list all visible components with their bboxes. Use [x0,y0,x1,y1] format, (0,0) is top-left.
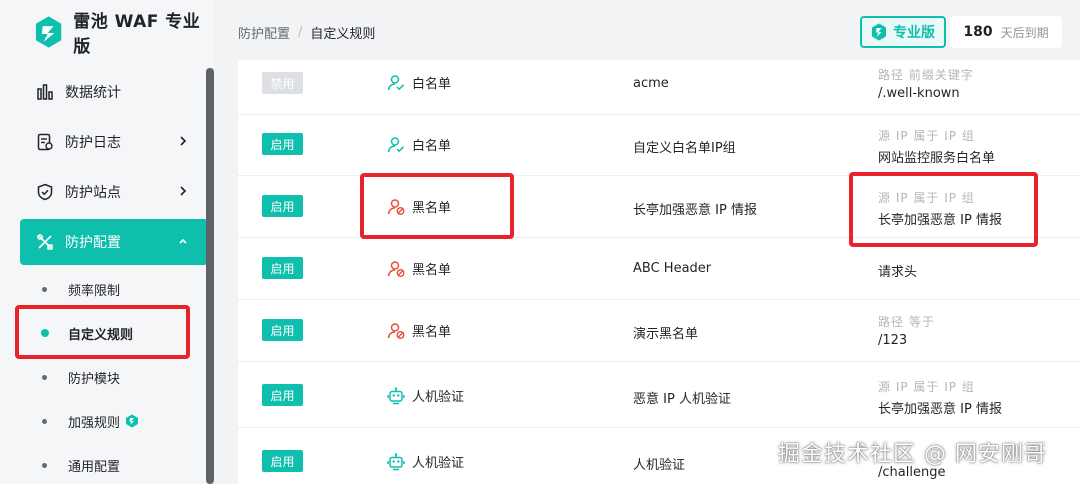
annotation-box-ip-group-condition [849,172,1038,247]
bullet-dot [42,374,47,380]
pro-edition-badge[interactable]: 专业版 [860,16,946,48]
sidebar-item-logs[interactable]: 防护日志 [20,119,208,165]
pro-badge-label: 专业版 [893,25,935,41]
rule-condition: 源 IP 属于 IP 组 长亭加强恶意 IP 情报 [878,378,1002,417]
status-tag[interactable]: 启用 [262,384,303,406]
chevron-up-icon [179,238,187,244]
subitem-label: 频率限制 [68,283,121,299]
condition-value: 请求头 [878,265,918,280]
status-tag[interactable]: 启用 [262,257,303,279]
subitem-label: 通用配置 [68,459,121,475]
expiry-label: 天后到期 [1000,25,1049,40]
rule-type-label: 黑名单 [412,325,452,340]
tools-icon [37,234,53,250]
condition-value: 长亭加强恶意 IP 情报 [878,402,1002,417]
rule-type-label: 白名单 [412,77,452,92]
condition-label: 路径 前缀关键字 [878,68,974,82]
sidebar-subitem-rate-limit[interactable]: 频率限制 [20,271,208,307]
condition-label: 源 IP 属于 IP 组 [878,129,975,143]
rule-name[interactable]: 长亭加强恶意 IP 情报 [633,199,757,218]
sidebar-subitem-general-config[interactable]: 通用配置 [20,447,208,483]
sidebar-item-protection-config[interactable]: 防护配置 [20,219,208,265]
table-row[interactable]: 启用 黑名单 演示黑名单 路径 等于 /123 [238,300,1080,362]
expiry-days: 180 [963,24,993,40]
table-row[interactable]: 启用 黑名单 ABC Header 请求头 [238,238,1080,300]
rule-type: 白名单 [387,135,451,154]
subitem-label: 加强规则 [68,415,121,431]
condition-label: 源 IP 属于 IP 组 [878,380,975,394]
brand[interactable]: 雷池 WAF 专业版 [34,12,214,57]
chevron-right-icon [180,136,187,146]
rule-name[interactable]: 人机验证 [633,454,685,473]
sidebar-subitem-enhanced-rules[interactable]: 加强规则 [20,403,208,439]
status-tag[interactable]: 启用 [262,319,303,341]
rule-type-label: 人机验证 [412,390,465,405]
whitelist-user-icon [387,136,405,152]
rules-table: 禁用 白名单 acme 路径 前缀关键字 /.well-known 启用 白名单… [238,60,1080,484]
bullet-dot [42,286,47,292]
shield-icon [37,183,53,201]
status-tag[interactable]: 启用 [262,195,303,217]
app-title: 雷池 WAF 专业版 [73,12,201,57]
pro-feature-icon [126,414,139,428]
blacklist-user-icon [387,322,405,339]
rule-name[interactable]: 演示黑名单 [633,323,698,342]
breadcrumb-parent[interactable]: 防护配置 [238,23,290,42]
bar-chart-icon [37,84,53,100]
chevron-right-icon [180,186,187,196]
bullet-dot [42,418,47,424]
rule-type: 人机验证 [387,452,464,471]
pro-logo-icon [872,23,886,41]
status-tag[interactable]: 启用 [262,133,303,155]
table-row[interactable]: 启用 人机验证 恶意 IP 人机验证 源 IP 属于 IP 组 长亭加强恶意 I… [238,362,1080,428]
sidebar-item-sites[interactable]: 防护站点 [20,169,208,215]
breadcrumb: 防护配置 / 自定义规则 [238,22,375,42]
watermark-text: 掘金技术社区 @ 网安刚哥 [778,442,1047,467]
subitem-label: 防护模块 [68,371,121,387]
robot-icon [387,452,405,470]
rule-name[interactable]: 自定义白名单IP组 [633,137,736,156]
breadcrumb-separator: / [298,24,303,40]
sidebar-item-label: 防护站点 [65,185,121,201]
rule-name[interactable]: ABC Header [633,261,711,276]
sidebar-item-label: 防护日志 [65,135,121,151]
rule-condition: 源 IP 属于 IP 组 网站监控服务白名单 [878,127,995,166]
rule-type: 黑名单 [387,321,451,340]
condition-value: 网站监控服务白名单 [878,151,996,166]
sidebar-subitem-protection-modules[interactable]: 防护模块 [20,359,208,395]
rule-type-label: 黑名单 [412,263,452,278]
rule-type-label: 白名单 [412,139,452,154]
table-row[interactable]: 启用 白名单 自定义白名单IP组 源 IP 属于 IP 组 网站监控服务白名单 [238,115,1080,176]
sidebar-item-label: 防护配置 [65,235,121,251]
status-tag[interactable]: 启用 [262,450,303,472]
safeline-logo-icon [35,16,62,48]
log-icon [37,133,53,151]
sidebar-scrollbar-thumb[interactable] [206,68,214,484]
blacklist-user-icon [387,260,405,277]
condition-label: 路径 等于 [878,315,935,329]
rule-name[interactable]: acme [633,76,669,91]
rule-name[interactable]: 恶意 IP 人机验证 [633,388,731,407]
bullet-dot [42,462,47,468]
sidebar: 雷池 WAF 专业版 数据统计 防护日志 防护站点 防护配置 频率限制 自定义规… [0,0,214,484]
status-tag[interactable]: 禁用 [262,72,303,94]
sidebar-item-label: 数据统计 [65,85,121,101]
rule-condition: 请求头 [878,261,917,280]
rule-type-label: 人机验证 [412,456,465,471]
license-expiry: 180 天后到期 [950,16,1062,48]
robot-icon [387,386,405,404]
sidebar-item-stats[interactable]: 数据统计 [20,69,208,115]
rule-type: 白名单 [387,73,451,92]
condition-value: /123 [878,333,908,348]
condition-value: /.well-known [878,86,960,101]
annotation-box-custom-rules-menu [15,305,190,359]
rule-condition: 路径 前缀关键字 /.well-known [878,66,974,101]
breadcrumb-current: 自定义规则 [310,26,376,42]
rule-condition: 路径 等于 /123 [878,313,935,348]
whitelist-user-icon [387,74,405,90]
annotation-box-blacklist-type [360,173,514,239]
table-row[interactable]: 禁用 白名单 acme 路径 前缀关键字 /.well-known [238,60,1080,115]
rule-type: 黑名单 [387,259,451,278]
rule-type: 人机验证 [387,386,464,405]
